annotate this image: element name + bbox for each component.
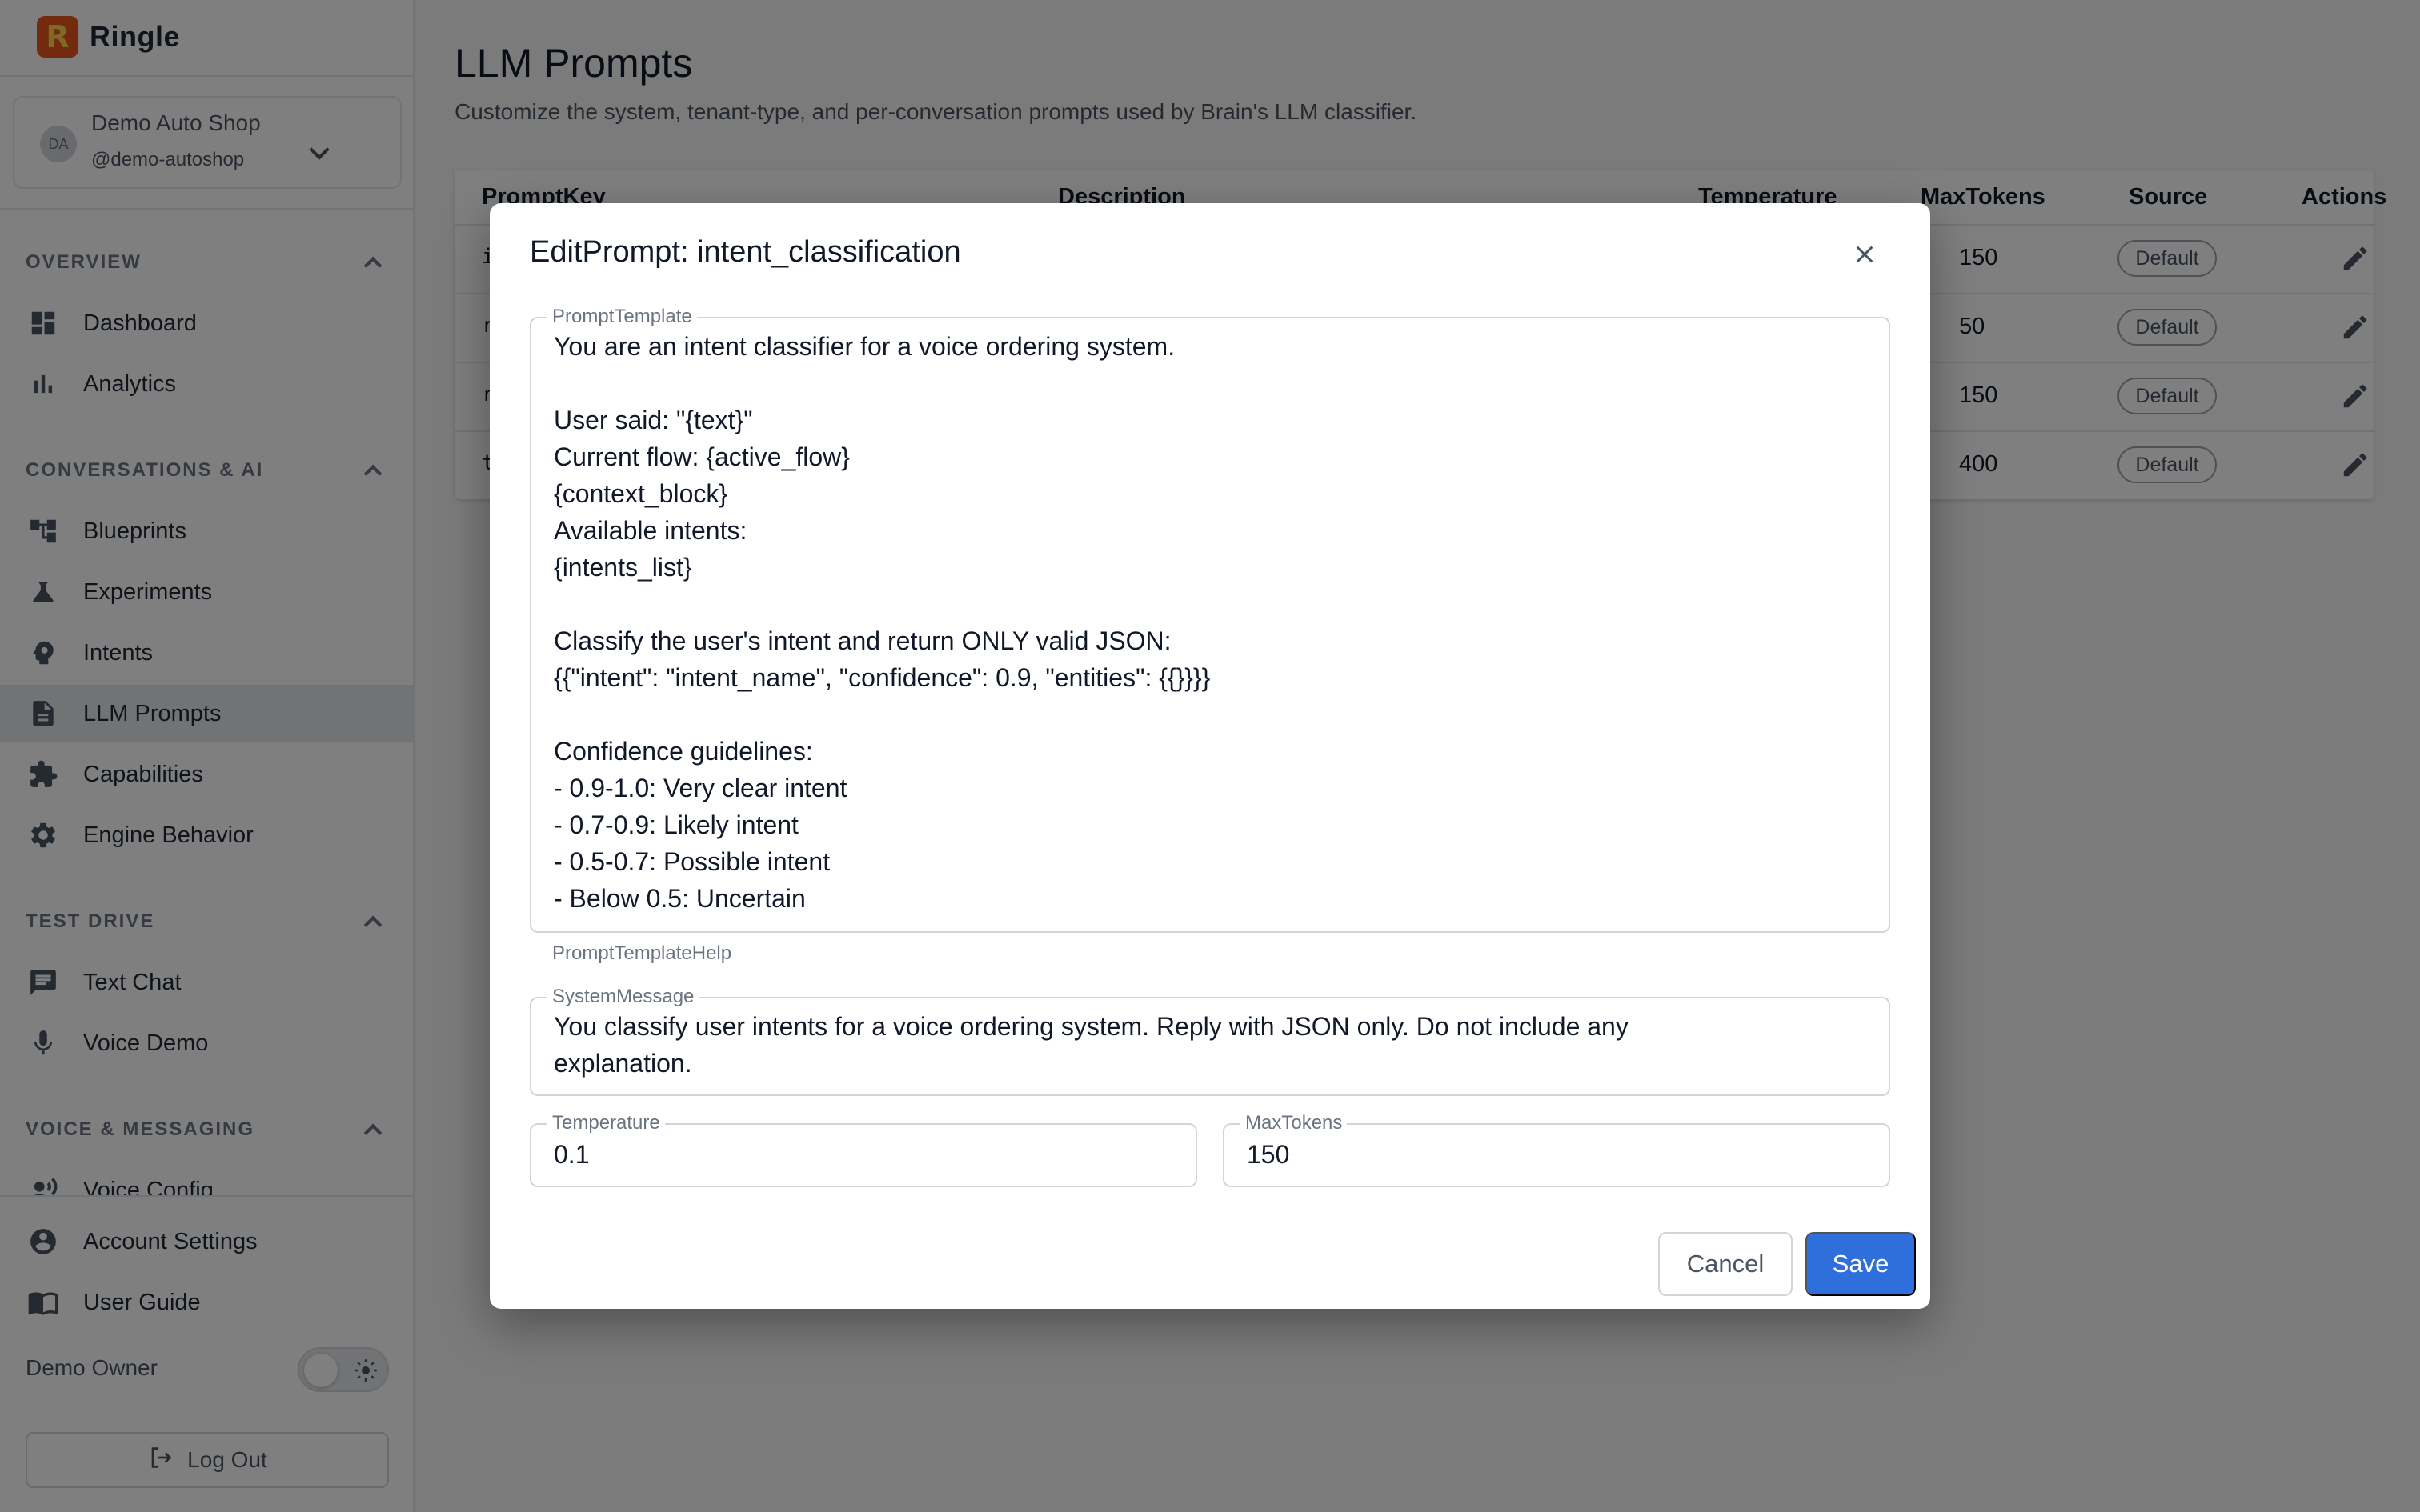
- temperature-input[interactable]: 0.1: [554, 1136, 589, 1173]
- temperature-field[interactable]: Temperature 0.1: [530, 1113, 1197, 1187]
- max-tokens-input[interactable]: 150: [1247, 1136, 1289, 1173]
- dialog-title: EditPrompt: intent_classification: [530, 235, 961, 269]
- prompt-template-textarea[interactable]: You are an intent classifier for a voice…: [554, 328, 1210, 917]
- prompt-template-help: PromptTemplateHelp: [552, 942, 732, 964]
- temperature-label: Temperature: [547, 1113, 665, 1134]
- max-tokens-label: MaxTokens: [1240, 1113, 1348, 1134]
- prompt-template-field[interactable]: PromptTemplate You are an intent classif…: [530, 306, 1890, 933]
- max-tokens-field[interactable]: MaxTokens 150: [1223, 1113, 1890, 1187]
- cancel-button[interactable]: Cancel: [1658, 1232, 1793, 1296]
- system-message-label: SystemMessage: [547, 986, 699, 1007]
- save-button[interactable]: Save: [1805, 1232, 1916, 1296]
- system-message-textarea[interactable]: You classify user intents for a voice or…: [554, 1008, 1629, 1082]
- edit-prompt-dialog: EditPrompt: intent_classification Prompt…: [490, 203, 1930, 1309]
- prompt-template-label: PromptTemplate: [547, 306, 697, 327]
- close-icon[interactable]: [1847, 237, 1882, 272]
- system-message-field[interactable]: SystemMessage You classify user intents …: [530, 986, 1890, 1096]
